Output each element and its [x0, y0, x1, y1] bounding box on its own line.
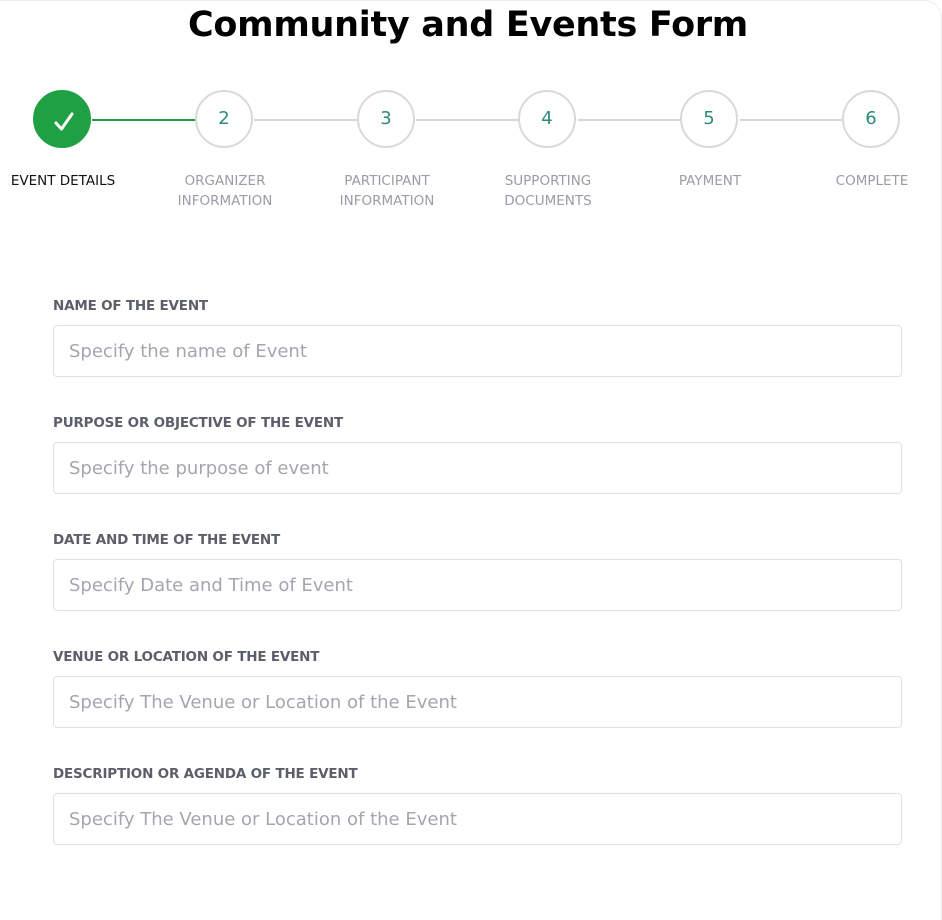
step-3-circle[interactable]: 3 — [357, 90, 415, 148]
step-connector-5 — [740, 119, 844, 121]
event-description-input[interactable] — [53, 793, 902, 845]
step-3-label-line2: INFORMATION — [339, 193, 435, 209]
event-purpose-input[interactable] — [53, 442, 902, 494]
step-3-label-line1: PARTICIPANT — [344, 173, 430, 189]
step-2-label: ORGANIZER INFORMATION — [160, 171, 290, 211]
step-4-label-line1: SUPPORTING — [504, 173, 592, 189]
step-connector-1 — [92, 119, 196, 121]
event-description-label: DESCRIPTION OR AGENDA OF THE EVENT — [53, 766, 358, 782]
step-2-label-line2: INFORMATION — [177, 193, 273, 209]
page-container: Community and Events Form EVENT DETAILS … — [0, 0, 942, 920]
event-venue-input[interactable] — [53, 676, 902, 728]
event-name-input[interactable] — [53, 325, 902, 377]
step-1-label: EVENT DETAILS — [0, 171, 128, 191]
step-1-label-line1: EVENT DETAILS — [10, 173, 116, 189]
step-2-label-line1: ORGANIZER — [184, 173, 266, 189]
step-3-label: PARTICIPANT INFORMATION — [322, 171, 452, 211]
check-icon — [54, 112, 74, 131]
step-4-label: SUPPORTING DOCUMENTS — [483, 171, 613, 211]
progress-stepper: EVENT DETAILS 2 ORGANIZER INFORMATION 3 … — [0, 1, 942, 221]
step-5-label: PAYMENT — [645, 171, 775, 191]
step-5-label-line1: PAYMENT — [678, 173, 742, 189]
step-6-circle[interactable]: 6 — [842, 90, 900, 148]
event-purpose-label: PURPOSE OR OBJECTIVE OF THE EVENT — [53, 415, 343, 431]
event-name-label: NAME OF THE EVENT — [53, 298, 208, 314]
step-6-label: COMPLETE — [807, 171, 937, 191]
step-1-circle[interactable] — [33, 90, 91, 148]
step-5-circle[interactable]: 5 — [680, 90, 738, 148]
event-venue-label: VENUE OR LOCATION OF THE EVENT — [53, 649, 320, 665]
step-connector-4 — [578, 119, 682, 121]
step-6-label-line1: COMPLETE — [835, 173, 909, 189]
event-datetime-label: DATE AND TIME OF THE EVENT — [53, 532, 281, 548]
step-connector-2 — [254, 119, 358, 121]
event-datetime-input[interactable] — [53, 559, 902, 611]
step-connector-3 — [416, 119, 520, 121]
step-4-label-line2: DOCUMENTS — [504, 193, 592, 209]
step-2-circle[interactable]: 2 — [195, 90, 253, 148]
step-4-circle[interactable]: 4 — [518, 90, 576, 148]
